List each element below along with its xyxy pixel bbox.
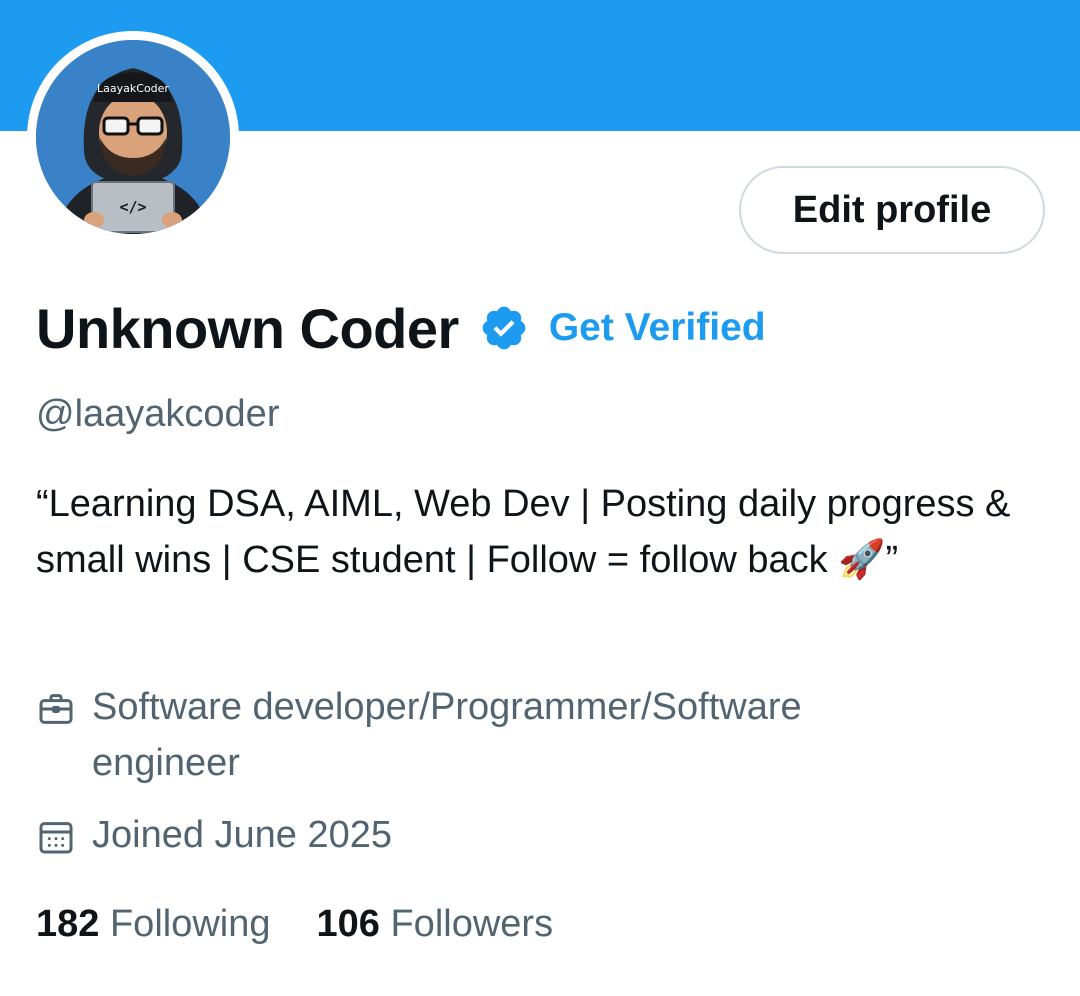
avatar[interactable]: LaayakCoder </> (27, 31, 239, 243)
edit-profile-button[interactable]: Edit profile (739, 166, 1045, 254)
avatar-cap-text: LaayakCoder (97, 82, 169, 95)
following-label: Following (109, 903, 271, 945)
name-row: Unknown Coder Get Verified (36, 288, 766, 368)
display-name: Unknown Coder (36, 296, 459, 360)
coder-avatar-illustration: LaayakCoder </> (36, 40, 230, 234)
follow-stats: 182 Following 106 Followers (36, 896, 599, 952)
following-link[interactable]: 182 Following (36, 896, 271, 952)
user-handle: @laayakcoder (36, 393, 280, 435)
followers-link[interactable]: 106 Followers (317, 896, 554, 952)
followers-count: 106 (316, 903, 380, 945)
avatar-image: LaayakCoder </> (36, 40, 230, 234)
followers-label: Followers (390, 903, 554, 945)
profession-text: Software developer/Programmer/Software e… (92, 686, 802, 784)
profile-bio: “Learning DSA, AIML, Web Dev | Posting d… (36, 483, 1011, 581)
get-verified-link[interactable]: Get Verified (549, 306, 766, 350)
joined-text: Joined June 2025 (92, 814, 393, 856)
joined-row: Joined June 2025 (36, 807, 952, 863)
calendar-icon (36, 817, 76, 857)
verified-badge-icon[interactable] (479, 303, 529, 353)
briefcase-icon (36, 689, 76, 729)
following-count: 182 (36, 903, 100, 945)
avatar-laptop-text: </> (119, 198, 146, 216)
profession-row: Software developer/Programmer/Software e… (36, 679, 952, 791)
